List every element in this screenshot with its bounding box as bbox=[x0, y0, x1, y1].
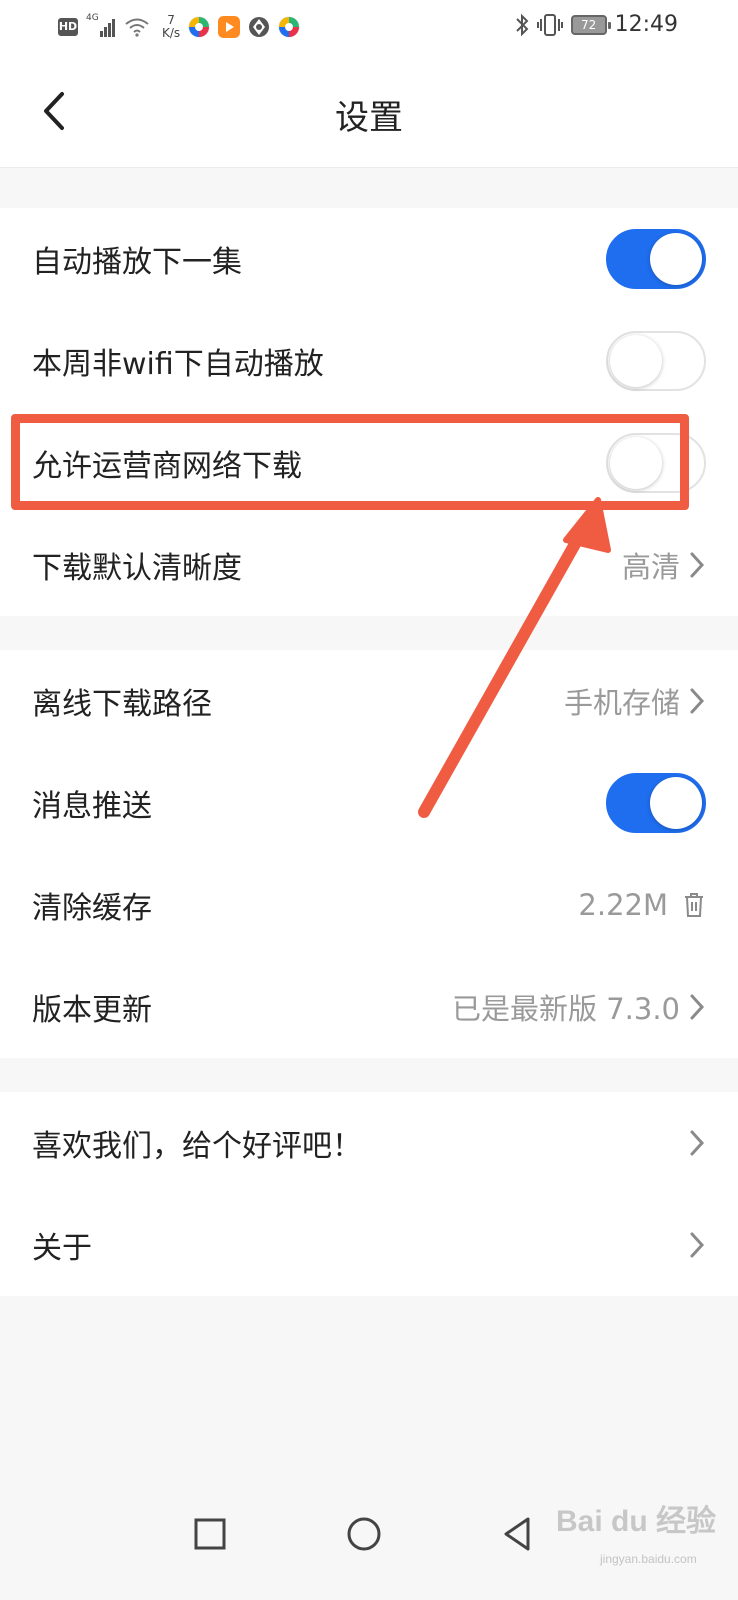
back-icon[interactable] bbox=[496, 1512, 540, 1556]
status-bar-right: 72 12:49 bbox=[515, 12, 678, 37]
setting-row-version-update[interactable]: 版本更新 已是最新版 7.3.0 bbox=[0, 956, 738, 1058]
status-bar-left: HD 4G 7 K/s bbox=[58, 13, 300, 40]
wifi-icon bbox=[125, 18, 149, 37]
push-notification-toggle[interactable] bbox=[606, 773, 706, 833]
cache-size-value: 2.22M bbox=[578, 888, 668, 922]
battery-indicator: 72 bbox=[570, 14, 611, 35]
toggle-knob bbox=[610, 335, 662, 387]
setting-label: 版本更新 bbox=[32, 993, 152, 1028]
title-bar: 设置 bbox=[0, 56, 738, 168]
autoplay-next-toggle[interactable] bbox=[606, 229, 706, 289]
setting-row-rate-us[interactable]: 喜欢我们，给个好评吧！ bbox=[0, 1092, 738, 1194]
setting-label: 自动播放下一集 bbox=[32, 245, 242, 280]
setting-label: 关于 bbox=[32, 1231, 92, 1266]
signal-icon: 4G bbox=[86, 13, 116, 37]
setting-row-autoplay-next: 自动播放下一集 bbox=[0, 208, 738, 310]
carrier-download-toggle[interactable] bbox=[606, 433, 706, 493]
toggle-knob bbox=[650, 777, 702, 829]
setting-value: 手机存储 bbox=[563, 686, 680, 720]
setting-value: 已是最新版 7.3.0 bbox=[451, 992, 680, 1026]
recent-apps-icon[interactable] bbox=[188, 1512, 232, 1556]
setting-row-clear-cache[interactable]: 清除缓存 2.22M bbox=[0, 854, 738, 956]
setting-row-offline-path[interactable]: 离线下载路径 手机存储 bbox=[0, 650, 738, 752]
vibrate-icon bbox=[536, 13, 563, 36]
status-bar: HD 4G 7 K/s 72 12:49 bbox=[0, 0, 738, 56]
chevron-right-icon bbox=[690, 1232, 705, 1258]
baidu-watermark-logo: Bai du 经验 bbox=[556, 1505, 717, 1538]
network-speed: 7 K/s bbox=[162, 14, 180, 40]
setting-label: 离线下载路径 bbox=[32, 687, 212, 722]
toggle-knob bbox=[610, 437, 662, 489]
toggle-knob bbox=[650, 233, 702, 285]
bluetooth-icon bbox=[515, 13, 529, 36]
settings-group-playback: 自动播放下一集 本周非wifi下自动播放 允许运营商网络下载 下载默认清晰度 高… bbox=[0, 208, 738, 616]
setting-row-about[interactable]: 关于 bbox=[0, 1194, 738, 1296]
setting-label: 清除缓存 bbox=[32, 891, 152, 926]
setting-value: 高清 bbox=[621, 550, 680, 584]
setting-row-autoplay-non-wifi: 本周非wifi下自动播放 bbox=[0, 310, 738, 412]
setting-row-carrier-download: 允许运营商网络下载 bbox=[0, 412, 738, 514]
app-notification-icon bbox=[188, 16, 210, 38]
chevron-right-icon bbox=[690, 688, 705, 714]
network-speed-unit: K/s bbox=[162, 26, 181, 40]
page-title: 设置 bbox=[335, 98, 403, 138]
setting-label: 下载默认清晰度 bbox=[32, 551, 242, 586]
video-app-icon bbox=[218, 16, 241, 38]
setting-row-push: 消息推送 bbox=[0, 752, 738, 854]
app-notification-icon-2 bbox=[249, 17, 270, 37]
setting-label: 消息推送 bbox=[32, 789, 152, 824]
chevron-right-icon bbox=[690, 1130, 705, 1156]
baidu-watermark-url: jingyan.baidu.com bbox=[600, 1552, 697, 1566]
settings-group-about: 喜欢我们，给个好评吧！ 关于 bbox=[0, 1092, 738, 1296]
autoplay-non-wifi-toggle[interactable] bbox=[606, 331, 706, 391]
setting-label: 喜欢我们，给个好评吧！ bbox=[32, 1129, 362, 1164]
chevron-right-icon bbox=[690, 552, 705, 578]
chevron-right-icon bbox=[690, 994, 705, 1020]
hd-badge: HD bbox=[58, 18, 78, 36]
network-type-label: 4G bbox=[86, 13, 99, 23]
setting-row-download-quality[interactable]: 下载默认清晰度 高清 bbox=[0, 514, 738, 616]
trash-icon[interactable] bbox=[682, 891, 706, 919]
settings-group-general: 离线下载路径 手机存储 消息推送 清除缓存 2.22M 版本更新 已是最新版 7… bbox=[0, 650, 738, 1058]
clock: 12:49 bbox=[614, 12, 678, 37]
setting-label: 允许运营商网络下载 bbox=[32, 449, 302, 484]
app-notification-icon-3 bbox=[278, 16, 300, 38]
home-icon[interactable] bbox=[342, 1512, 386, 1556]
setting-label: 本周非wifi下自动播放 bbox=[32, 347, 324, 382]
